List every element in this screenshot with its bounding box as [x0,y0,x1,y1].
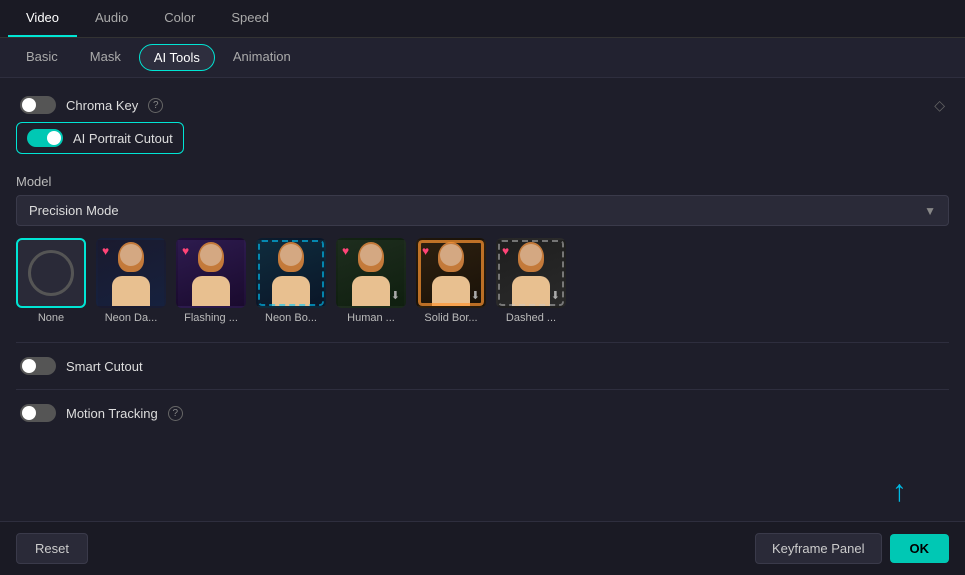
arrow-pointer: ↓ [892,477,907,511]
ai-portrait-toggle[interactable] [27,129,63,147]
effect-flashing[interactable]: ♥ Flashing ... [176,238,246,324]
motion-tracking-toggle[interactable] [20,404,56,422]
heart-icon: ♥ [182,244,189,258]
effect-dashed[interactable]: ♥ ⬇ Dashed ... [496,238,566,324]
effect-dashed-thumb[interactable]: ♥ ⬇ [496,238,566,308]
chroma-key-help-icon[interactable]: ? [148,98,163,113]
divider-1 [16,342,949,343]
keyframe-panel-button[interactable]: Keyframe Panel [755,533,882,564]
tab-video[interactable]: Video [8,0,77,37]
heart-icon: ♥ [422,244,429,258]
smart-cutout-label: Smart Cutout [66,359,143,374]
effect-none[interactable]: None [16,238,86,324]
effect-solid-bor[interactable]: ♥ ⬇ Solid Bor... [416,238,486,324]
ai-portrait-label: AI Portrait Cutout [73,131,173,146]
smart-cutout-row: Smart Cutout [16,353,949,379]
model-section: Model Precision Mode ▼ [16,174,949,226]
effect-dashed-label: Dashed ... [506,312,556,324]
tab-audio[interactable]: Audio [77,0,146,37]
effect-human-thumb[interactable]: ♥ ⬇ [336,238,406,308]
download-icon: ⬇ [391,289,400,302]
bottom-bar: Reset Keyframe Panel OK [0,521,965,575]
effect-flashing-thumb[interactable]: ♥ [176,238,246,308]
divider-2 [16,389,949,390]
subtab-ai-tools[interactable]: AI Tools [139,44,215,71]
bottom-right-controls: Keyframe Panel OK [755,533,949,564]
heart-icon: ♥ [502,244,509,258]
effect-solid-bor-thumb[interactable]: ♥ ⬇ [416,238,486,308]
chroma-key-row: Chroma Key ? ◇ [16,90,949,120]
person-preview [258,240,324,306]
heart-icon: ♥ [342,244,349,258]
effect-solid-bor-label: Solid Bor... [424,312,477,324]
effect-neon-da-thumb[interactable]: ♥ [96,238,166,308]
main-content: Chroma Key ? ◇ AI Portrait Cutout Model … [0,78,965,438]
subtab-animation[interactable]: Animation [219,44,305,71]
motion-tracking-label: Motion Tracking [66,406,158,421]
subtab-mask[interactable]: Mask [76,44,135,71]
model-selected: Precision Mode [29,203,119,218]
effect-neon-bo-label: Neon Bo... [265,312,317,324]
motion-tracking-row: Motion Tracking ? [16,400,949,426]
ai-portrait-cutout-row: AI Portrait Cutout [16,122,184,154]
effect-neon-bo-thumb[interactable] [256,238,326,308]
tab-color[interactable]: Color [146,0,213,37]
reset-button[interactable]: Reset [16,533,88,564]
chroma-key-label: Chroma Key [66,98,138,113]
sub-tabs: Basic Mask AI Tools Animation [0,38,965,78]
effect-neon-bo[interactable]: Neon Bo... [256,238,326,324]
heart-icon: ♥ [102,244,109,258]
download-icon: ⬇ [471,289,480,302]
effect-neon-da-label: Neon Da... [105,312,158,324]
effect-human[interactable]: ♥ ⬇ Human ... [336,238,406,324]
motion-tracking-help-icon[interactable]: ? [168,406,183,421]
subtab-basic[interactable]: Basic [12,44,72,71]
tab-speed[interactable]: Speed [213,0,287,37]
model-label: Model [16,174,949,189]
ok-button[interactable]: OK [890,534,950,563]
model-dropdown[interactable]: Precision Mode ▼ [16,195,949,226]
chevron-down-icon: ▼ [924,204,936,218]
download-icon: ⬇ [551,289,560,302]
none-icon [18,240,84,306]
effect-none-label: None [38,312,64,324]
smart-cutout-toggle[interactable] [20,357,56,375]
effect-flashing-label: Flashing ... [184,312,238,324]
effect-none-thumb[interactable] [16,238,86,308]
diamond-icon: ◇ [934,97,945,114]
effects-grid: None ♥ Neon Da... ♥ [16,238,949,324]
top-tabs: Video Audio Color Speed [0,0,965,38]
effect-neon-da[interactable]: ♥ Neon Da... [96,238,166,324]
effect-human-label: Human ... [347,312,395,324]
chroma-key-toggle[interactable] [20,96,56,114]
